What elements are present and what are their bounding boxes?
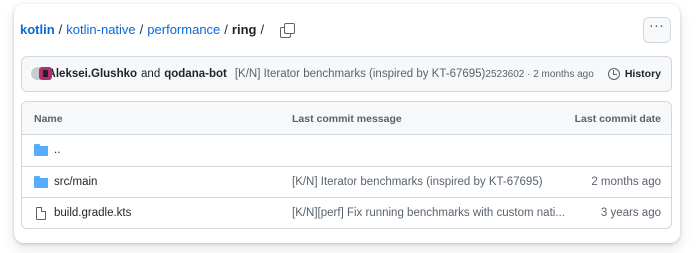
breadcrumb-root-link[interactable]: kotlin [20, 22, 55, 37]
row-commit-date: 3 years ago [600, 207, 661, 219]
breadcrumb-separator: / [58, 22, 63, 37]
commit-and-text: and [141, 68, 161, 80]
row-commit-date: 2 months ago [591, 176, 661, 188]
more-options-button[interactable]: ··· [643, 17, 671, 43]
history-label: History [624, 68, 661, 80]
file-name-link[interactable]: src/main [54, 176, 97, 188]
history-button[interactable]: History [607, 68, 661, 80]
folder-icon [34, 144, 48, 156]
commit-coauthor-link[interactable]: qodana-bot [164, 68, 227, 80]
repo-file-browser-card: kotlin / kotlin-native / performance / r… [14, 4, 680, 243]
row-commit-message-link[interactable]: [K/N][perf] Fix running benchmarks with … [292, 207, 565, 219]
copy-path-icon[interactable] [280, 22, 296, 38]
bot-avatar[interactable] [39, 67, 52, 80]
breadcrumb-separator: / [260, 22, 265, 37]
breadcrumb-separator: / [139, 22, 144, 37]
breadcrumb-link-performance[interactable]: performance [147, 22, 220, 37]
table-header: Name Last commit message Last commit dat… [22, 102, 671, 135]
table-row-parent-dir[interactable]: .. [22, 135, 671, 166]
commit-message-link[interactable]: [K/N] Iterator benchmarks (inspired by K… [235, 68, 486, 80]
file-icon [36, 206, 47, 220]
breadcrumb-current: ring [231, 22, 257, 37]
column-header-name: Name [34, 113, 63, 125]
author-avatars [30, 65, 52, 83]
breadcrumb-link-kotlin-native[interactable]: kotlin-native [66, 22, 135, 37]
breadcrumb-separator: / [224, 22, 228, 37]
column-header-message: Last commit message [292, 113, 402, 125]
commit-hash-and-time[interactable]: 2523602 · 2 months ago [485, 69, 593, 80]
commit-author-link[interactable]: Aleksei.Glushko [48, 68, 137, 80]
history-clock-icon [607, 68, 620, 80]
file-name-link[interactable]: .. [54, 144, 60, 156]
breadcrumb: kotlin / kotlin-native / performance / r… [20, 22, 296, 38]
file-table: Name Last commit message Last commit dat… [21, 101, 672, 229]
folder-icon [34, 176, 48, 188]
column-header-date: Last commit date [574, 113, 661, 125]
table-row[interactable]: build.gradle.kts [K/N][perf] Fix running… [22, 197, 671, 228]
row-commit-message-link[interactable]: [K/N] Iterator benchmarks (inspired by K… [292, 176, 543, 188]
file-name-link[interactable]: build.gradle.kts [54, 207, 131, 219]
latest-commit-bar: Aleksei.Glushko and qodana-bot [K/N] Ite… [21, 56, 672, 92]
table-row[interactable]: src/main [K/N] Iterator benchmarks (insp… [22, 166, 671, 197]
